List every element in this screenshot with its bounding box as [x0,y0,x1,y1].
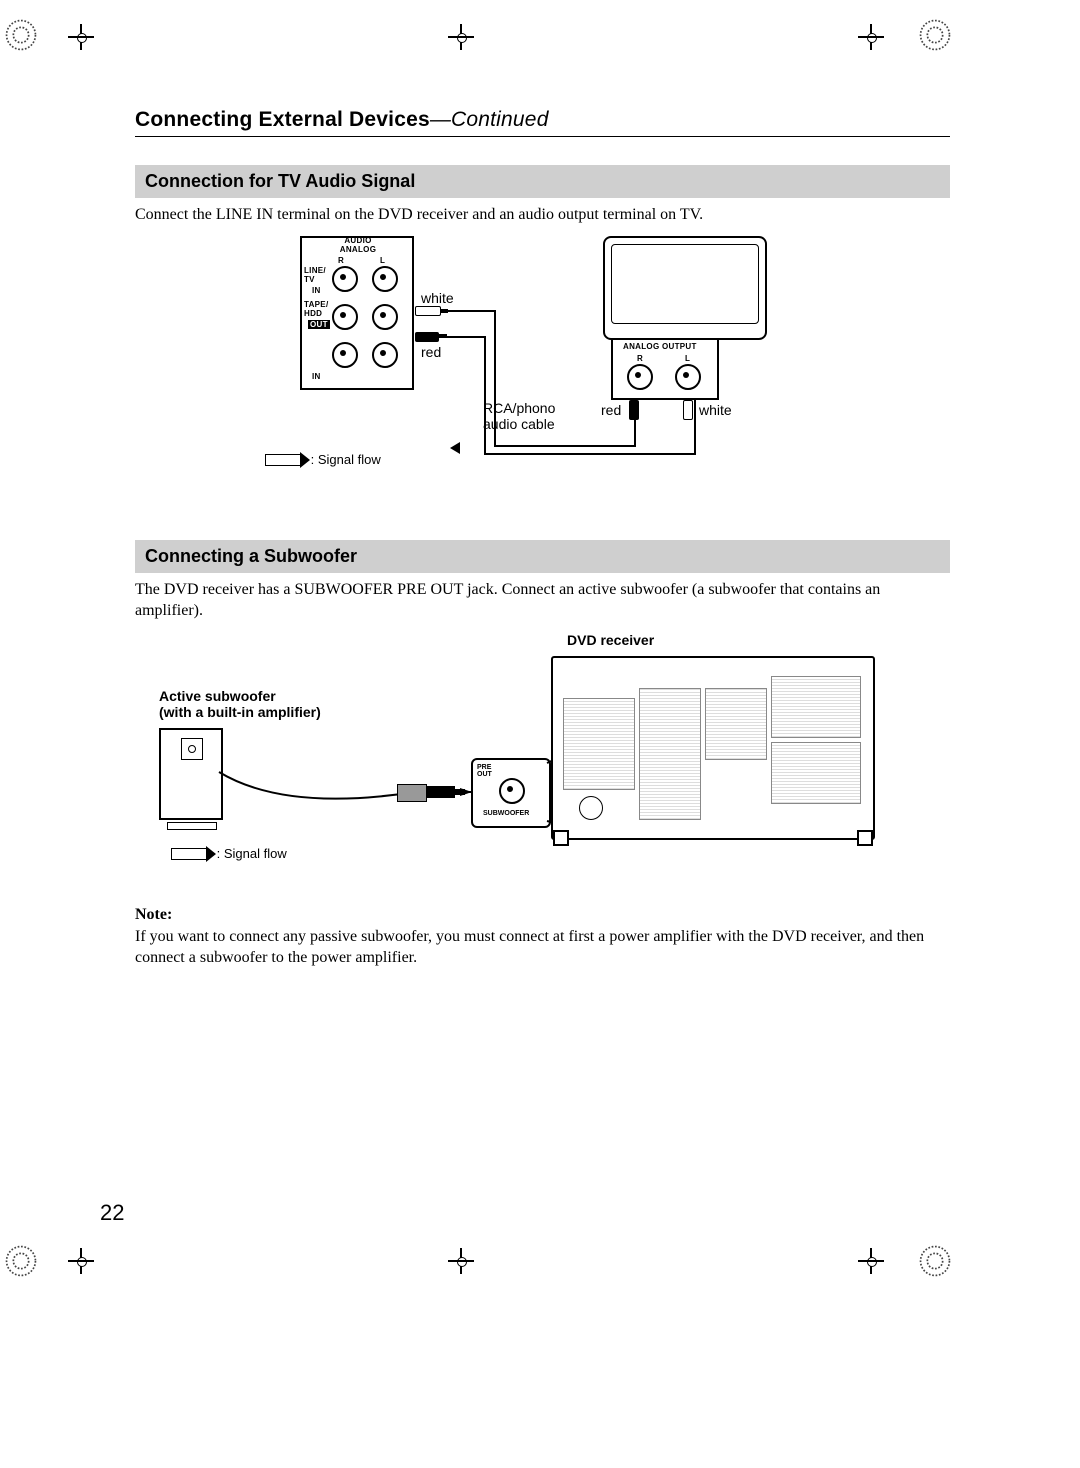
flow-arrow-icon [171,848,207,860]
section2-body: The DVD receiver has a SUBWOOFER PRE OUT… [135,579,950,622]
registration-mark-icon [918,18,952,52]
signal-flow-text: : Signal flow [217,846,287,861]
preout-callout: PRE OUT SUBWOOFER [471,758,551,828]
signal-flow-legend: : Signal flow [171,846,287,861]
tv-panel-header: ANALOG OUTPUT [623,342,697,351]
title-main: Connecting External Devices [135,108,430,131]
signal-flow-legend: : Signal flow [265,452,381,467]
cross-mark-icon [858,24,884,50]
rca-jack-icon [627,364,653,390]
note-body: If you want to connect any passive subwo… [135,926,950,969]
rca-jack-icon [499,778,525,804]
cross-mark-icon [68,1248,94,1274]
page-number: 22 [100,1200,124,1226]
page-title: Connecting External Devices—Continued [135,108,950,132]
cross-mark-icon [448,24,474,50]
diagram-tv-audio: DVD receiver's rear panel AUDIO ANALOG R… [135,236,950,526]
tv-plug-red-label: red [601,402,621,418]
cross-mark-icon [858,1248,884,1274]
mono-plug-icon [425,786,455,798]
note-label: Note: [135,906,950,924]
section-heading-subwoofer: Connecting a Subwoofer [135,540,950,573]
registration-mark-icon [4,18,38,52]
page-content: Connecting External Devices—Continued Co… [135,108,950,979]
rca-jack-icon [675,364,701,390]
registration-mark-icon [918,1244,952,1278]
rca-plug-red-icon [629,400,639,420]
tv-port-r: R [637,354,643,363]
callout-preout-label: PRE OUT [477,764,492,778]
cross-mark-icon [68,24,94,50]
section-heading-tv-audio: Connection for TV Audio Signal [135,165,950,198]
section1-body: Connect the LINE IN terminal on the DVD … [135,204,950,226]
tv-icon [603,236,767,340]
tv-port-l: L [685,354,690,363]
tv-output-panel: ANALOG OUTPUT R L [611,338,719,400]
title-continued: —Continued [430,108,549,131]
callout-sub-label: SUBWOOFER [483,810,529,817]
diagram-subwoofer: DVD receiver Active subwoofer (with a bu… [135,632,950,892]
tv-plug-white-label: white [699,402,732,418]
signal-flow-text: : Signal flow [311,452,381,467]
receiver-rear-icon [551,656,875,840]
registration-mark-icon [4,1244,38,1278]
cable-label: RCA/phono audio cable [483,400,555,432]
cross-mark-icon [448,1248,474,1274]
cable-path-icon [135,236,950,526]
flow-arrow-icon [265,454,301,466]
rca-plug-white-icon [683,400,693,420]
title-rule [135,136,950,137]
